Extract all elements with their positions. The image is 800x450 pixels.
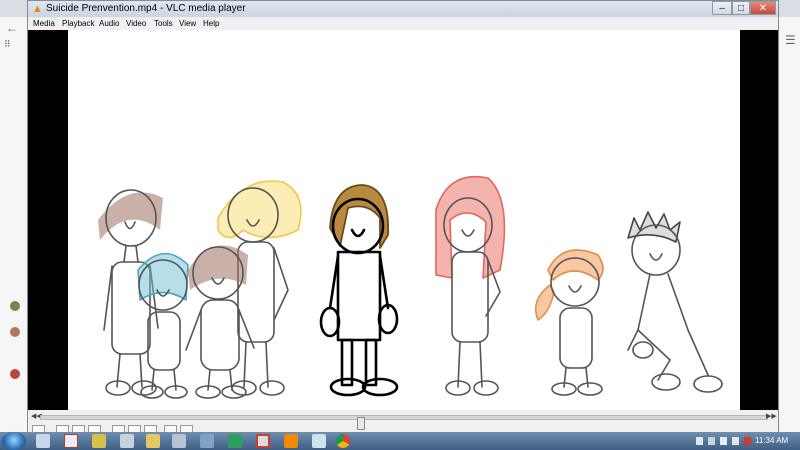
clock[interactable]: 11:34 AM (755, 436, 788, 445)
video-frame[interactable] (68, 30, 740, 410)
tray-alert-icon[interactable] (744, 437, 751, 445)
taskbar-app-icon[interactable] (228, 434, 242, 448)
playback-controls: ◀◀ ▶▶ (28, 410, 778, 433)
seek-bar[interactable] (40, 415, 768, 430)
title-bar[interactable]: ▲ Suicide Prenvention.mp4 - VLC media pl… (28, 1, 778, 17)
taskbar-app-icon[interactable] (200, 434, 214, 448)
figure-child-ponytail (534, 249, 604, 396)
figure-center-bold (319, 184, 399, 397)
menu-bar: Media Playback Audio Video Tools View He… (28, 17, 778, 30)
browser-left-edge: ← ⠿ (0, 17, 28, 432)
volume-icon[interactable] (732, 437, 739, 445)
taskbar-app-icon[interactable] (92, 434, 106, 448)
taskbar-app-icon[interactable] (312, 434, 326, 448)
figure-red-hair (435, 176, 506, 396)
close-button[interactable]: ✕ (750, 1, 776, 15)
cartoon-illustration (98, 176, 723, 399)
traffic-cone-icon: ▲ (32, 3, 43, 15)
menu-video[interactable]: Video (126, 18, 146, 29)
figure-child-teal-hair (137, 252, 189, 399)
window-title: Suicide Prenvention.mp4 - VLC media play… (46, 3, 246, 14)
taskbar-app-icon[interactable] (172, 434, 186, 448)
seek-handle[interactable] (357, 417, 365, 430)
menu-view[interactable]: View (179, 18, 196, 29)
taskbar-vlc-icon[interactable] (284, 434, 298, 448)
network-icon[interactable] (720, 437, 727, 445)
taskbar-app-icon[interactable] (120, 434, 134, 448)
taskbar-app-icon[interactable] (146, 434, 160, 448)
back-arrow-icon[interactable]: ← (6, 21, 18, 35)
menu-tools[interactable]: Tools (154, 18, 173, 29)
figure-spiky-hair-crouching (627, 211, 723, 393)
tray-icon[interactable] (708, 437, 715, 445)
taskbar-app-icon[interactable] (64, 434, 78, 448)
tray-icon[interactable] (696, 437, 703, 445)
chrome-icon[interactable] (336, 434, 350, 448)
vlc-window: ▲ Suicide Prenvention.mp4 - VLC media pl… (27, 0, 779, 433)
maximize-button[interactable]: □ (732, 1, 750, 15)
avatar (10, 369, 20, 379)
seek-forward-arrow-icon[interactable]: ▶▶ (766, 412, 777, 420)
menu-media[interactable]: Media (33, 18, 55, 29)
figure-blond-hair (217, 180, 302, 396)
minimize-button[interactable]: – (712, 1, 732, 15)
apps-grid-icon[interactable]: ⠿ (4, 39, 11, 50)
menu-help[interactable]: Help (203, 18, 219, 29)
browser-right-edge: ☰ (780, 17, 800, 432)
taskbar-app-icon[interactable] (256, 434, 270, 448)
menu-playback[interactable]: Playback (62, 18, 94, 29)
taskbar: 11:34 AM (0, 432, 800, 450)
windows-start-icon[interactable] (2, 432, 26, 450)
avatar (10, 327, 20, 337)
menu-icon[interactable]: ☰ (785, 33, 796, 47)
avatar (10, 301, 20, 311)
video-area[interactable] (28, 30, 778, 410)
taskbar-app-icon[interactable] (36, 434, 50, 448)
menu-audio[interactable]: Audio (99, 18, 119, 29)
